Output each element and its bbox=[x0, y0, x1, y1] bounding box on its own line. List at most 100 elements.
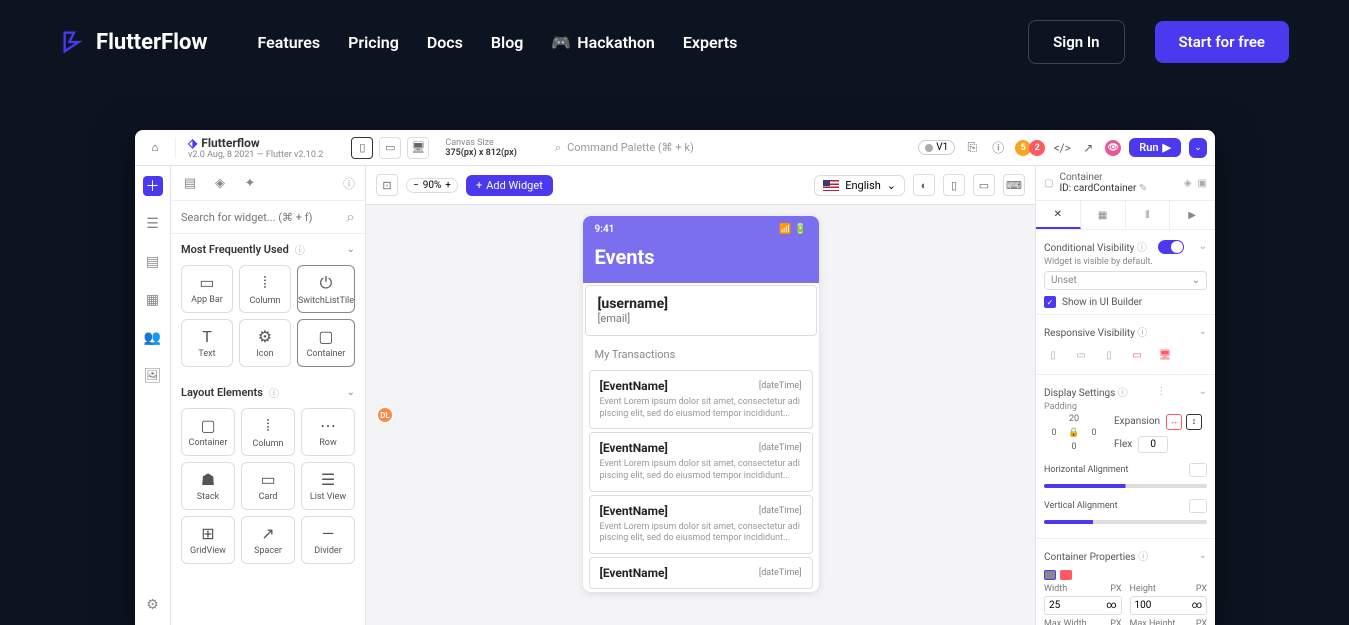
info-icon[interactable]: ⓘ bbox=[269, 385, 279, 400]
rail-add-icon[interactable]: ＋ bbox=[143, 176, 163, 196]
device2-icon[interactable]: ▭ bbox=[973, 174, 995, 196]
device-icon[interactable]: ▯ bbox=[943, 174, 965, 196]
props-tab-data[interactable]: ⦀ bbox=[1126, 201, 1171, 229]
pad-bottom[interactable]: 0 bbox=[1064, 440, 1084, 454]
device-tablet-icon[interactable]: ▭ bbox=[379, 137, 401, 159]
h-align-box[interactable] bbox=[1189, 463, 1207, 477]
info-icon[interactable]: ⓘ bbox=[295, 242, 305, 257]
signin-button[interactable]: Sign In bbox=[1028, 20, 1124, 64]
theme-icon[interactable]: ◐ bbox=[913, 174, 935, 196]
zoom-control[interactable]: − 90% + bbox=[406, 178, 458, 193]
props-tab-design[interactable]: ✕ bbox=[1036, 201, 1081, 229]
error-badge[interactable]: 2 bbox=[1029, 140, 1045, 156]
device-desktop-icon[interactable]: 🖥 bbox=[407, 137, 429, 159]
run-dropdown[interactable]: ⌄ bbox=[1189, 138, 1207, 158]
rail-tree-icon[interactable]: ☰ bbox=[143, 214, 163, 234]
nav-hackathon[interactable]: 🎮Hackathon bbox=[551, 33, 655, 52]
phone-user-card[interactable]: [username] [email] bbox=[585, 285, 817, 336]
v-align-slider[interactable] bbox=[1044, 520, 1207, 524]
open-icon[interactable]: ↗ bbox=[1079, 139, 1097, 157]
wp-tab-widgets-icon[interactable]: ▤ bbox=[181, 174, 199, 192]
widget-listview[interactable]: ☰List View bbox=[301, 462, 355, 510]
widget-column[interactable]: ⦙Column bbox=[239, 265, 291, 313]
rail-data-icon[interactable]: ▦ bbox=[143, 290, 163, 310]
chevron-down-icon[interactable]: ⌄ bbox=[347, 387, 355, 398]
resp-phone-land-icon[interactable]: ▭ bbox=[1072, 348, 1090, 362]
color-2[interactable] bbox=[1060, 570, 1072, 580]
phone-event-card[interactable]: [EventName][dateTime] Event Lorem ipsum … bbox=[589, 495, 813, 554]
rail-media-icon[interactable]: 🖼 bbox=[143, 366, 163, 386]
edit-icon[interactable]: ✎ bbox=[1139, 183, 1147, 194]
exp-h-icon[interactable]: ↔ bbox=[1166, 414, 1182, 430]
nav-blog[interactable]: Blog bbox=[491, 33, 523, 52]
device-phone-icon[interactable]: ▯ bbox=[351, 137, 373, 159]
widget-stack[interactable]: ☗Stack bbox=[181, 462, 235, 510]
widget-divider[interactable]: —Divider bbox=[301, 516, 355, 564]
phone-event-card[interactable]: [EventName][dateTime] Event Lorem ipsum … bbox=[589, 432, 813, 491]
chevron-down-icon[interactable]: ⌄ bbox=[1199, 550, 1207, 561]
phone-event-card[interactable]: [EventName][dateTime] Event Lorem ipsum … bbox=[589, 370, 813, 429]
widget-container2[interactable]: ▢Container bbox=[181, 408, 235, 456]
widget-search-input[interactable] bbox=[181, 211, 346, 224]
keyboard-icon[interactable]: ⌨ bbox=[1003, 174, 1025, 196]
width-input[interactable]: 25∞ bbox=[1044, 596, 1122, 615]
widget-container[interactable]: ▢Container bbox=[297, 319, 355, 367]
resp-desktop-icon[interactable]: 🖥 bbox=[1156, 348, 1174, 362]
pad-right[interactable]: 0 bbox=[1084, 426, 1104, 440]
props-tab-actions[interactable]: ▶ bbox=[1170, 201, 1215, 229]
phone-preview[interactable]: 9:41 📶 🔋 Events [username] [email] My Tr… bbox=[583, 216, 819, 592]
eye-badge[interactable]: 👁 bbox=[1105, 140, 1121, 156]
wp-tab-sparkle-icon[interactable]: ✦ bbox=[241, 174, 259, 192]
more-icon[interactable]: ⋮ bbox=[1156, 386, 1166, 397]
chevron-down-icon[interactable]: ⌄ bbox=[1199, 386, 1207, 397]
resp-phone-icon[interactable]: ▯ bbox=[1044, 348, 1062, 362]
widget-row[interactable]: ⋯Row bbox=[301, 408, 355, 456]
widget-search[interactable]: ⌕ bbox=[171, 201, 365, 234]
run-button[interactable]: Run▶ bbox=[1129, 138, 1181, 157]
pad-top[interactable]: 20 bbox=[1064, 412, 1084, 426]
chevron-down-icon[interactable]: ⌄ bbox=[1199, 326, 1207, 337]
chevron-down-icon[interactable]: ⌄ bbox=[347, 244, 355, 255]
zoom-plus-icon[interactable]: + bbox=[445, 180, 451, 191]
rail-pages-icon[interactable]: ▤ bbox=[143, 252, 163, 272]
exp-v-icon[interactable]: ↕ bbox=[1186, 414, 1202, 430]
start-free-button[interactable]: Start for free bbox=[1155, 21, 1289, 63]
v-align-box[interactable] bbox=[1189, 499, 1207, 513]
chevron-down-icon[interactable]: ⌄ bbox=[1199, 241, 1207, 252]
widget-switchlisttile[interactable]: ⏻SwitchListTile bbox=[297, 265, 355, 313]
brand-logo[interactable]: FlutterFlow bbox=[60, 28, 208, 56]
nav-experts[interactable]: Experts bbox=[683, 33, 737, 52]
wp-tab-diamond-icon[interactable]: ◈ bbox=[211, 174, 229, 192]
rail-settings-icon[interactable]: ⚙ bbox=[143, 595, 163, 615]
phone-event-card[interactable]: [EventName][dateTime] bbox=[589, 557, 813, 589]
command-palette[interactable]: ⌕ Command Palette (⌘ + k) bbox=[555, 141, 910, 155]
version-pill[interactable]: V1 bbox=[918, 140, 955, 155]
diamond-icon[interactable]: ◈ bbox=[1184, 178, 1192, 189]
fit-icon[interactable]: ⊡ bbox=[376, 174, 398, 196]
widget-gridview[interactable]: ⊞GridView bbox=[181, 516, 235, 564]
rail-users-icon[interactable]: 👥 bbox=[143, 328, 163, 348]
widget-card[interactable]: ▭Card bbox=[241, 462, 295, 510]
color-1[interactable] bbox=[1044, 570, 1056, 580]
layers-icon[interactable]: ▣ bbox=[1198, 178, 1207, 189]
nav-pricing[interactable]: Pricing bbox=[348, 33, 399, 52]
props-tab-layout[interactable]: ▦ bbox=[1081, 201, 1126, 229]
language-selector[interactable]: English ⌄ bbox=[814, 175, 905, 196]
widget-appbar[interactable]: ▭App Bar bbox=[181, 265, 233, 313]
widget-spacer[interactable]: ↗Spacer bbox=[241, 516, 295, 564]
nav-docs[interactable]: Docs bbox=[427, 33, 463, 52]
copy-icon[interactable]: ⎘ bbox=[963, 139, 981, 157]
zoom-minus-icon[interactable]: − bbox=[413, 180, 419, 191]
h-align-slider[interactable] bbox=[1044, 484, 1207, 488]
widget-column2[interactable]: ⦙Column bbox=[241, 408, 295, 456]
widget-text[interactable]: TText bbox=[181, 319, 233, 367]
cond-vis-toggle[interactable] bbox=[1158, 240, 1184, 254]
pad-left[interactable]: 0 bbox=[1044, 426, 1064, 440]
resp-tablet-icon[interactable]: ▯ bbox=[1100, 348, 1118, 362]
resp-tablet-land-icon[interactable]: ▭ bbox=[1128, 348, 1146, 362]
add-widget-button[interactable]: +Add Widget bbox=[466, 175, 553, 196]
widget-icon[interactable]: ⚙Icon bbox=[239, 319, 291, 367]
show-builder-checkbox[interactable]: ✓ bbox=[1044, 296, 1056, 308]
info-icon[interactable]: ⓘ bbox=[989, 139, 1007, 157]
code-icon[interactable]: </> bbox=[1053, 139, 1071, 157]
